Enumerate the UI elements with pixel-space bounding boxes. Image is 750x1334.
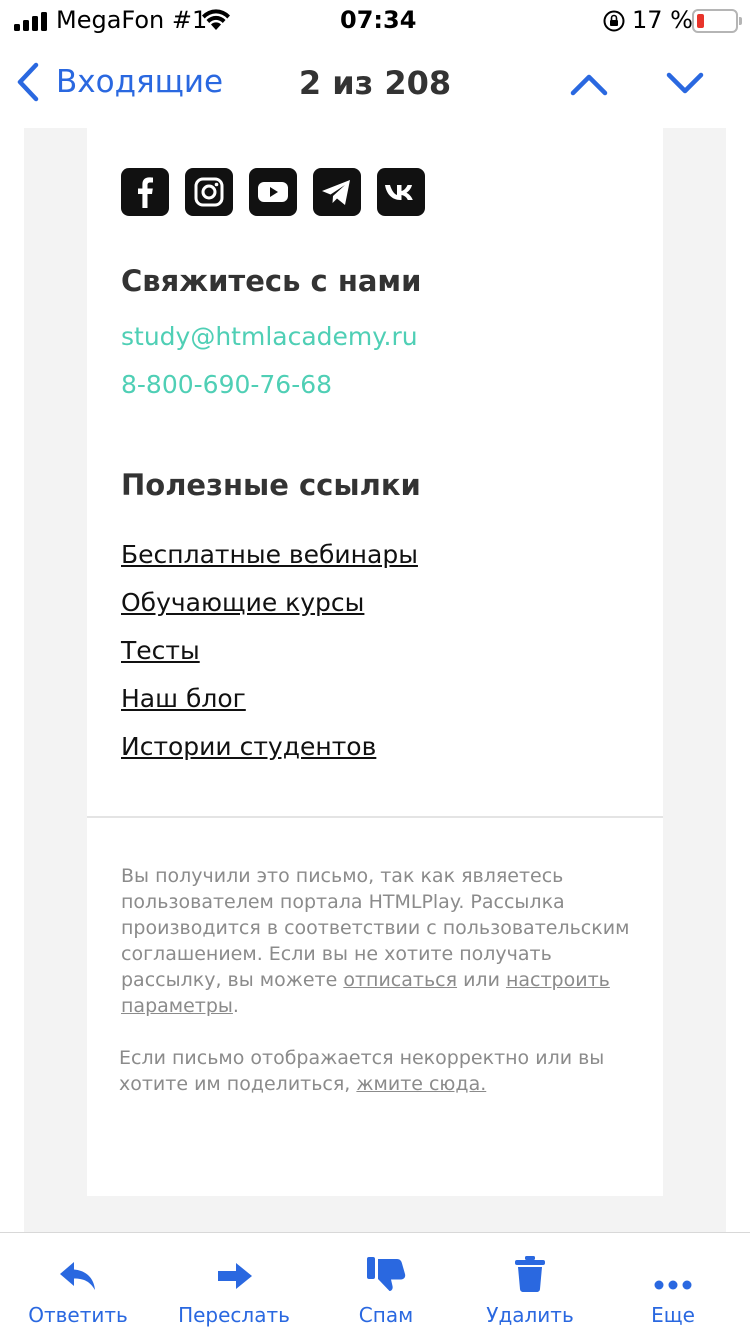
delete-button[interactable]: Удалить [455,1233,605,1327]
chevron-up-icon [570,74,608,96]
footer-notice: Вы получили это письмо, так как являетес… [121,865,630,1017]
link-webinars[interactable]: Бесплатные вебинары [121,540,418,569]
unsubscribe-link[interactable]: отписаться [343,969,457,991]
link-blog[interactable]: Наш блог [121,684,246,713]
reply-icon [60,1262,95,1290]
forward-button[interactable]: Переслать [159,1233,309,1327]
clock: 07:34 [340,6,417,34]
contact-phone-link[interactable]: 8-800-690-76-68 [121,370,332,399]
carrier-name: MegaFon #1 [56,6,208,34]
navigation-bar: Входящие 2 из 208 [0,44,750,128]
link-courses[interactable]: Обучающие курсы [121,588,364,617]
chevron-down-icon [666,72,704,94]
signal-icon [14,12,47,31]
facebook-icon[interactable] [121,168,169,216]
orientation-lock-icon [603,10,625,32]
social-links [121,168,441,216]
more-button[interactable]: Еще [598,1233,748,1327]
previous-message-button[interactable] [568,66,610,106]
link-tests[interactable]: Тесты [121,636,200,665]
divider [87,816,663,818]
spam-button[interactable]: Спам [311,1233,461,1327]
more-dots-icon [654,1280,692,1290]
message-counter: 2 из 208 [298,64,452,102]
battery-percentage: 17 % [632,6,693,34]
useful-links-title: Полезные ссылки [121,468,421,502]
email-body[interactable]: Свяжитесь с нами study@htmlacademy.ru 8-… [24,128,726,1232]
telegram-icon[interactable] [313,168,361,216]
link-student-stories[interactable]: Истории студентов [121,732,376,761]
next-message-button[interactable] [664,66,706,106]
forward-icon [218,1263,252,1289]
view-online-link[interactable]: жмите сюда. [356,1073,486,1095]
vk-icon[interactable] [377,168,425,216]
battery-icon [692,9,742,33]
youtube-icon[interactable] [249,168,297,216]
wifi-icon [202,9,230,30]
status-bar: MegaFon #1 07:34 17 % [0,0,750,44]
instagram-icon[interactable] [185,168,233,216]
email-content-card: Свяжитесь с нами study@htmlacademy.ru 8-… [87,128,663,1196]
contact-email-link[interactable]: study@htmlacademy.ru [121,322,418,351]
thumbs-down-icon [367,1257,406,1291]
reply-button[interactable]: Ответить [3,1233,153,1327]
contact-title: Свяжитесь с нами [121,264,422,298]
footer-display-notice: Если письмо отображается некорректно или… [119,1047,605,1095]
trash-icon [515,1256,545,1292]
bottom-toolbar: Ответить Переслать Спам Удалить Еще [0,1232,750,1334]
